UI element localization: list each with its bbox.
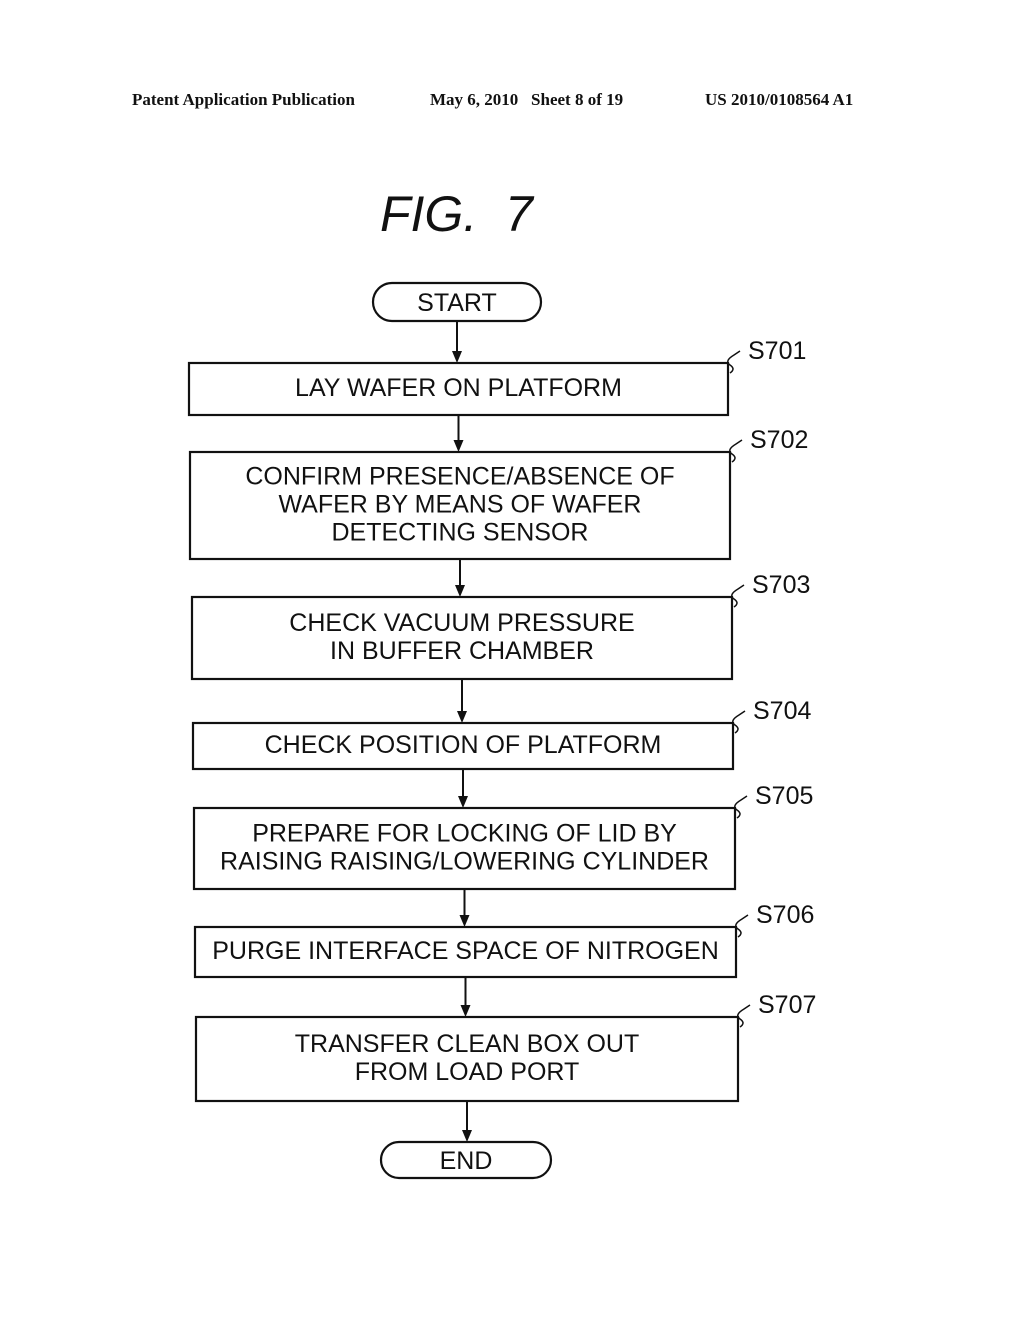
step-id-s703: S703	[752, 571, 810, 599]
arrow-head	[453, 440, 464, 452]
step-id-s705: S705	[755, 782, 813, 810]
step-text-s707: TRANSFER CLEAN BOX OUT	[295, 1030, 640, 1058]
step-id-s704: S704	[753, 697, 811, 725]
step-text-s707: FROM LOAD PORT	[355, 1058, 580, 1086]
step-text-s705: PREPARE FOR LOCKING OF LID BY	[252, 820, 677, 848]
step-id-s702: S702	[750, 426, 808, 454]
step-text-s703: IN BUFFER CHAMBER	[330, 637, 594, 665]
step-text-s706: PURGE INTERFACE SPACE OF NITROGEN	[212, 937, 719, 965]
leader-squiggle	[732, 710, 746, 734]
arrow-head	[455, 585, 465, 597]
leader-squiggle	[729, 439, 743, 463]
step-id-s701: S701	[748, 337, 806, 365]
leader-squiggle	[735, 914, 749, 938]
start-terminal-label: START	[417, 289, 497, 317]
step-text-s704: CHECK POSITION OF PLATFORM	[265, 731, 662, 759]
leader-squiggle	[731, 584, 745, 608]
step-text-s705: RAISING RAISING/LOWERING CYLINDER	[220, 848, 709, 876]
leader-squiggle	[727, 350, 741, 374]
step-text-s702: CONFIRM PRESENCE/ABSENCE OF	[245, 463, 674, 491]
arrow-head	[462, 1130, 472, 1142]
step-text-s702: WAFER BY MEANS OF WAFER	[279, 491, 642, 519]
step-id-s707: S707	[758, 991, 816, 1019]
step-text-s702: DETECTING SENSOR	[332, 519, 589, 547]
arrow-head	[460, 1005, 471, 1017]
step-id-s706: S706	[756, 901, 814, 929]
arrow-head	[457, 711, 467, 723]
flowchart: START LAY WAFER ON PLATFORM S701 CONFIRM PR…	[187, 281, 816, 1180]
leader-squiggle	[734, 795, 748, 819]
step-text-s703: CHECK VACUUM PRESSURE	[289, 609, 634, 637]
arrow-head	[452, 351, 462, 363]
end-terminal-label: END	[440, 1147, 493, 1175]
leader-squiggle	[737, 1004, 751, 1028]
arrow-head	[459, 915, 470, 927]
arrow-head	[458, 796, 468, 808]
step-text-s701: LAY WAFER ON PLATFORM	[295, 374, 622, 402]
